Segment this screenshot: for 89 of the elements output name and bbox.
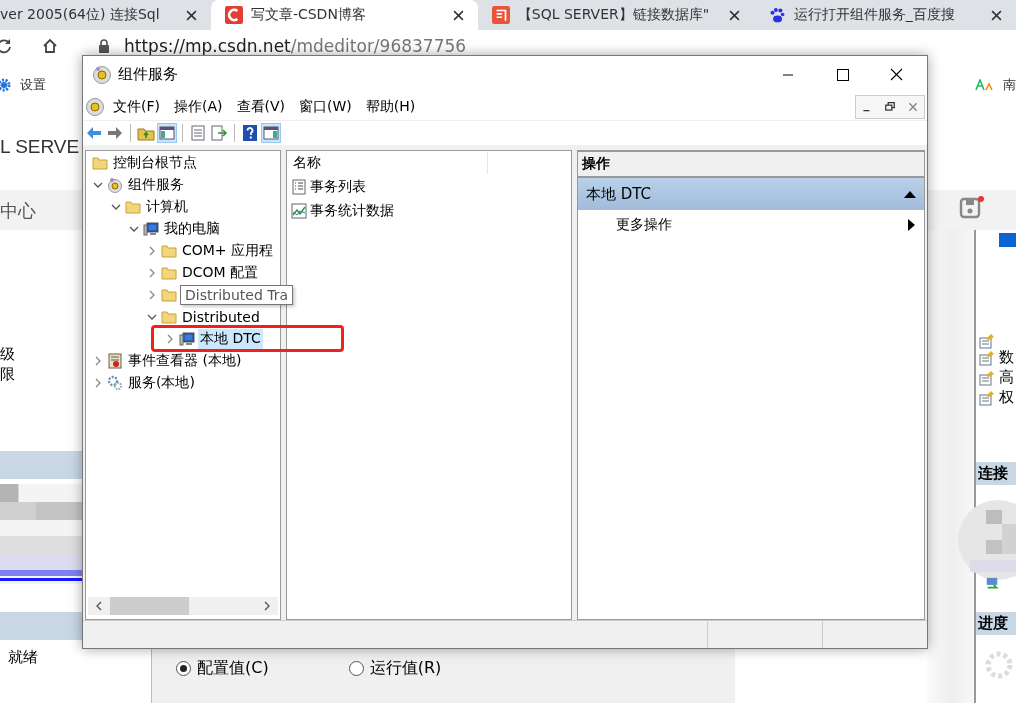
setting-label: 限: [0, 365, 15, 384]
browser-tab[interactable]: 写文章-CSDN博客: [210, 0, 478, 30]
console-tree-icon[interactable]: [158, 124, 176, 142]
tab-title: 【SQL SERVER】链接数据库": [517, 6, 711, 24]
export-icon[interactable]: [210, 124, 228, 142]
status-text: 就绪: [8, 648, 38, 667]
chart-icon: [291, 203, 307, 219]
component-icon: [92, 64, 112, 85]
column-header[interactable]: 名称: [287, 152, 488, 174]
list-item[interactable]: 事务列表: [310, 178, 366, 196]
folder-icon: [161, 287, 177, 303]
list-item[interactable]: 事务统计数据: [310, 202, 394, 220]
logo-icon: [491, 6, 510, 24]
page-name[interactable]: 数: [999, 348, 1014, 367]
tab-title: 写文章-CSDN博客: [250, 6, 367, 24]
list-icon: [291, 179, 307, 195]
menu-item[interactable]: 文件(F): [113, 97, 160, 116]
gear-icon: [0, 77, 12, 93]
tree-item[interactable]: 控制台根节点: [111, 153, 199, 173]
browser-tab[interactable]: 运行打开组件服务_百度搜: [753, 0, 1016, 30]
scrollbar-thumb[interactable]: [110, 597, 189, 615]
component-icon: [85, 96, 105, 117]
tree-item[interactable]: COM+ 应用程: [180, 241, 276, 261]
horizontal-scrollbar[interactable]: [88, 597, 278, 615]
section-header: 进度: [976, 612, 1016, 635]
window-title: 组件服务: [118, 65, 178, 84]
pane-title: 操作: [578, 152, 924, 178]
menu-item[interactable]: 帮助(H): [365, 97, 416, 116]
close-icon[interactable]: [452, 9, 464, 21]
action-section[interactable]: 本地 DTC: [578, 178, 924, 210]
property-icon: [979, 369, 995, 386]
close-icon[interactable]: [991, 9, 1002, 21]
submenu-arrow-icon: [908, 219, 916, 231]
folder-icon: [161, 243, 177, 259]
reload-icon[interactable]: [0, 38, 12, 54]
radio-option[interactable]: 配置值(C): [176, 657, 269, 679]
logo-icon: [224, 6, 243, 24]
selection-highlight: [999, 233, 1016, 247]
browser-tab[interactable]: ver 2005(64位) 连接Sql: [0, 0, 211, 30]
folder-icon: [125, 199, 141, 215]
component-icon: [107, 177, 123, 193]
bookmark-link[interactable]: 南: [1003, 76, 1016, 94]
computer-icon: [179, 331, 195, 347]
section-title: 本地 DTC: [586, 184, 653, 204]
page-name[interactable]: 高: [999, 368, 1014, 387]
tree-item[interactable]: 我的电脑: [162, 219, 222, 239]
folder-icon: [161, 309, 177, 325]
section-header: 连接: [976, 462, 1016, 485]
tab-title: ver 2005(64位) 连接Sql: [0, 6, 161, 24]
tree-item[interactable]: 事件查看器 (本地): [126, 351, 244, 371]
lock-icon: [98, 39, 110, 53]
spinner-icon: [984, 650, 1014, 680]
nav-link[interactable]: 中心: [0, 199, 36, 223]
help-icon[interactable]: [241, 124, 259, 142]
tree-item[interactable]: 服务(本地): [126, 373, 197, 393]
connect-icon: [984, 577, 1000, 591]
translate-icon: [975, 79, 995, 91]
property-icon: [979, 389, 995, 406]
bookmark-link[interactable]: 设置: [20, 76, 46, 94]
home-icon[interactable]: [42, 38, 58, 54]
address-bar[interactable]: https://mp.csdn.net/mdeditor/96837756: [124, 36, 467, 56]
browser-tab[interactable]: 【SQL SERVER】链接数据库": [477, 0, 754, 30]
page-name[interactable]: 权: [999, 388, 1014, 407]
folder-icon: [161, 265, 177, 281]
tree-item[interactable]: 组件服务: [126, 175, 186, 195]
close-icon[interactable]: [185, 9, 197, 21]
action-pane-icon[interactable]: [262, 124, 280, 142]
close-icon[interactable]: [728, 9, 740, 21]
computer-icon: [143, 221, 159, 237]
setting-label: 级: [0, 345, 15, 364]
property-icon: [979, 349, 995, 366]
menu-item[interactable]: 操作(A): [174, 97, 223, 116]
log-book-icon: [107, 353, 123, 369]
gear-icon: [107, 375, 123, 391]
tree-item[interactable]: 计算机: [144, 197, 190, 217]
tree-item[interactable]: 本地 DTC: [198, 329, 263, 349]
tooltip: Distributed Tra: [180, 285, 294, 305]
action-link[interactable]: 更多操作: [616, 216, 908, 234]
menu-item[interactable]: 窗口(W): [299, 97, 352, 116]
collapse-icon[interactable]: [904, 190, 916, 198]
tree-item[interactable]: DCOM 配置: [180, 263, 261, 283]
folder-icon: [92, 155, 108, 171]
radio-option[interactable]: 运行值(R): [348, 657, 442, 679]
property-icon: [979, 333, 995, 349]
forward-arrow-icon[interactable]: [106, 124, 124, 142]
tree-item[interactable]: Distributed: [180, 308, 262, 326]
menu-item[interactable]: 查看(V): [236, 97, 285, 116]
page-title: L SERVE: [0, 136, 80, 158]
tab-title: 运行打开组件服务_百度搜: [793, 6, 956, 24]
